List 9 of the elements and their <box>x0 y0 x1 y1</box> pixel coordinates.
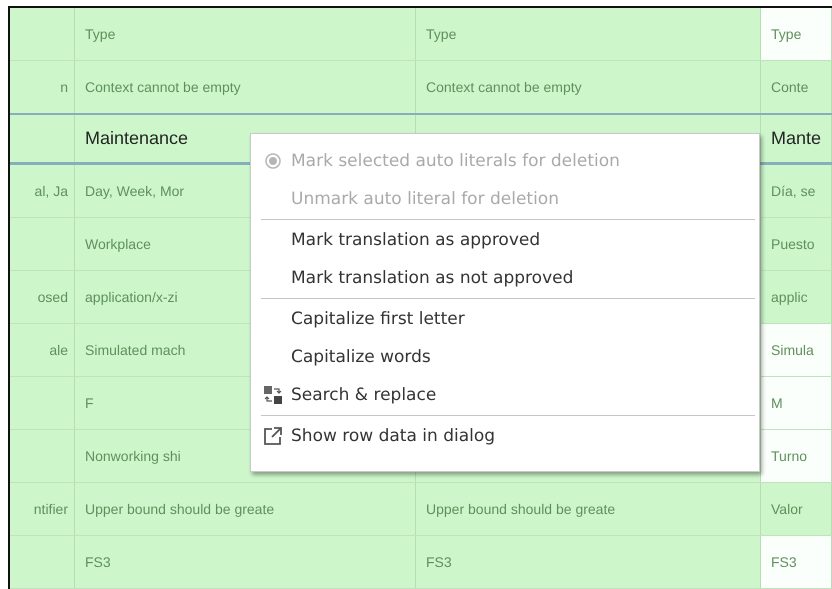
table-cell: Simula <box>761 324 832 376</box>
table-row[interactable]: Type Type Type <box>10 8 832 61</box>
table-cell: Turno <box>761 430 832 482</box>
table-row[interactable]: FS3 FS3 FS3 <box>10 536 832 589</box>
external-link-icon <box>263 426 283 446</box>
table-cell: M <box>761 377 832 429</box>
table-cell: FS3 <box>761 536 832 588</box>
table-cell: Type <box>761 8 832 60</box>
search-replace-icon <box>263 385 283 405</box>
